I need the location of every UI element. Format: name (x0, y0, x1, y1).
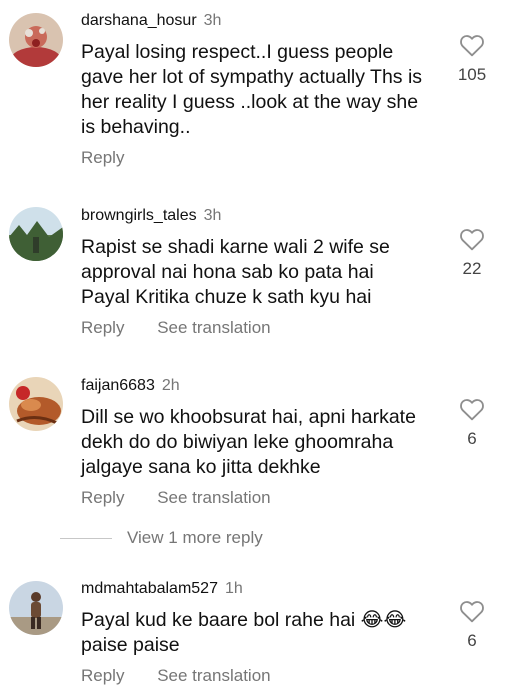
view-more-replies-button[interactable]: View 1 more reply (127, 528, 263, 548)
heart-outline-icon[interactable] (455, 33, 489, 57)
heart-outline-icon[interactable] (455, 397, 489, 421)
avatar[interactable] (9, 207, 63, 261)
reply-button[interactable]: Reply (81, 318, 124, 337)
avatar[interactable] (9, 377, 63, 431)
avatar[interactable] (9, 581, 63, 635)
like-count: 22 (462, 259, 482, 278)
like-count: 6 (467, 631, 477, 650)
reply-button[interactable]: Reply (81, 148, 124, 167)
comment-username[interactable]: browngirls_tales 3h (81, 207, 221, 225)
reply-button[interactable]: Reply (81, 488, 124, 507)
comment-username[interactable]: faijan6683 2h (81, 377, 180, 395)
view-more-replies: View 1 more reply (60, 526, 380, 550)
reply-button[interactable]: Reply (81, 666, 124, 685)
comment-text: Dill se wo khoobsurat hai, apni harkate … (81, 406, 416, 478)
comment-time: 3h (203, 12, 222, 29)
comment-text: Payal losing respect..I guess people gav… (81, 41, 423, 138)
heart-outline-icon[interactable] (455, 599, 489, 623)
avatar[interactable] (9, 13, 63, 67)
comment-text: Payal kud ke baare bol rahe hai 😂😂 paise… (81, 609, 407, 656)
see-translation-button[interactable]: See translation (157, 318, 270, 337)
heart-outline-icon[interactable] (455, 227, 489, 251)
comment-username[interactable]: mdmahtabalam527 1h (81, 580, 243, 598)
see-translation-button[interactable]: See translation (157, 488, 270, 507)
comment-username[interactable]: darshana_hosur 3h (81, 12, 221, 30)
like-count: 105 (457, 65, 487, 84)
comment-text: Rapist se shadi karne wali 2 wife se app… (81, 236, 390, 308)
see-translation-button[interactable]: See translation (157, 666, 270, 685)
comment-time: 1h (224, 580, 243, 597)
comment-time: 2h (161, 377, 180, 394)
divider (60, 538, 112, 539)
like-count: 6 (467, 429, 477, 448)
comment-time: 3h (203, 207, 222, 224)
